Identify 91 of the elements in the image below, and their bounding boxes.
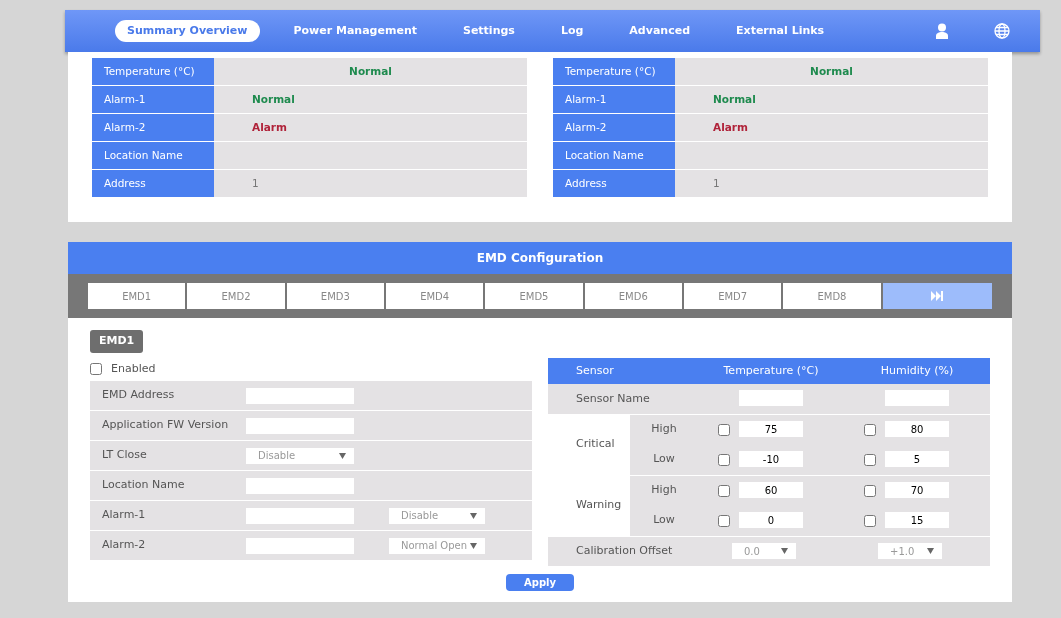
nav-tab[interactable]: Settings [450, 19, 527, 43]
emd-tab[interactable]: EMD2 [187, 283, 285, 309]
input-field[interactable]: 5 [885, 451, 949, 467]
skip-forward-icon [931, 291, 944, 301]
input-field[interactable] [739, 390, 803, 407]
row-label: Address [553, 170, 675, 197]
input-field[interactable]: 70 [885, 482, 949, 498]
row-label: Alarm-2 [92, 114, 214, 141]
row-label: Calibration Offset [548, 536, 698, 566]
emd-tab[interactable]: EMD7 [683, 283, 782, 309]
row-label: Sensor Name [548, 384, 698, 414]
input-field[interactable] [246, 507, 354, 524]
threshold-checkbox[interactable] [864, 423, 876, 436]
threshold-checkbox[interactable] [718, 453, 730, 466]
caret-icon [927, 548, 934, 555]
emd-tab[interactable]: EMD3 [286, 283, 384, 309]
level-label: High [651, 421, 677, 438]
dropdown[interactable]: Disable [389, 507, 485, 524]
threshold-checkbox[interactable] [718, 514, 730, 527]
input-field[interactable] [246, 477, 354, 494]
row-label: Warning [576, 497, 622, 514]
input-field[interactable]: 75 [739, 421, 803, 437]
input-field[interactable]: 0 [739, 512, 803, 528]
row-label: Alarm-2 [553, 114, 675, 141]
field-label: Alarm-2 [102, 537, 147, 554]
field-label: Alarm-1 [102, 507, 147, 524]
field-label: Application FW Version [102, 417, 230, 434]
apply-button[interactable]: Apply [506, 574, 574, 591]
caret-icon [470, 512, 477, 519]
nav-tab[interactable]: External Links [724, 19, 837, 43]
row-label: Location Name [92, 142, 214, 169]
input-field[interactable]: 80 [885, 421, 949, 437]
globe-icon[interactable] [994, 22, 1010, 40]
threshold-checkbox[interactable] [864, 514, 876, 527]
status-text: Normal [713, 91, 756, 107]
emd-tab[interactable]: EMD8 [783, 283, 881, 309]
status-text: Alarm [713, 119, 748, 135]
next-page-button[interactable] [882, 283, 992, 309]
dropdown[interactable]: Disable [246, 447, 354, 464]
field-label: EMD Address [102, 387, 176, 404]
caret-icon [781, 548, 788, 555]
nav-tab[interactable]: Summary Overview [115, 19, 260, 43]
row-label: Temperature (°C) [553, 58, 675, 85]
input-field[interactable] [246, 387, 354, 404]
input-field[interactable] [246, 417, 354, 434]
input-field[interactable]: 60 [739, 482, 803, 498]
threshold-checkbox[interactable] [864, 484, 876, 497]
row-label: Alarm-1 [92, 86, 214, 113]
checkbox-label: Enabled [111, 360, 156, 377]
field-label: LT Close [102, 447, 148, 464]
dropdown[interactable]: Normal Open [389, 537, 485, 554]
enabled-checkbox[interactable] [90, 362, 102, 375]
emd-tab[interactable]: EMD4 [386, 283, 484, 309]
row-label: Critical [576, 436, 615, 453]
status-text: 1 [252, 175, 259, 191]
threshold-checkbox[interactable] [718, 484, 730, 497]
row-label: Address [92, 170, 214, 197]
nav-tab[interactable]: Advanced [617, 19, 703, 43]
caret-icon [470, 542, 477, 549]
row-label: Location Name [553, 142, 675, 169]
status-text: 1 [713, 175, 720, 191]
dropdown[interactable]: 0.0 [732, 543, 796, 560]
row-label: Temperature (°C) [92, 58, 214, 85]
emd-tab[interactable]: EMD1 [88, 283, 186, 309]
input-field[interactable] [246, 537, 354, 554]
status-text: Alarm [252, 119, 287, 135]
nav-tab[interactable]: Power Management [281, 19, 429, 43]
threshold-checkbox[interactable] [718, 423, 730, 436]
input-field[interactable]: -10 [739, 451, 803, 467]
status-text: Normal [349, 63, 392, 79]
field-label: Location Name [102, 477, 186, 494]
row-label: Alarm-1 [553, 86, 675, 113]
input-field[interactable]: 15 [885, 512, 949, 528]
column-header: Sensor [576, 363, 614, 377]
level-label: High [651, 482, 677, 499]
emd-tab[interactable]: EMD6 [584, 283, 682, 309]
caret-icon [339, 452, 346, 459]
dropdown[interactable]: +1.0 [878, 543, 942, 560]
panel-title: EMD Configuration [68, 242, 1012, 274]
status-text: Normal [252, 91, 295, 107]
level-label: Low [653, 451, 675, 468]
threshold-checkbox[interactable] [864, 453, 876, 466]
column-header: Humidity (%) [880, 363, 954, 377]
status-text: Normal [810, 63, 853, 79]
column-header: Temperature (°C) [723, 363, 819, 377]
nav-tab[interactable]: Log [548, 19, 596, 43]
section-label: EMD1 [90, 330, 144, 353]
emd-tab[interactable]: EMD5 [485, 283, 583, 309]
input-field[interactable] [885, 390, 949, 407]
user-icon[interactable] [936, 22, 948, 40]
level-label: Low [653, 512, 675, 529]
